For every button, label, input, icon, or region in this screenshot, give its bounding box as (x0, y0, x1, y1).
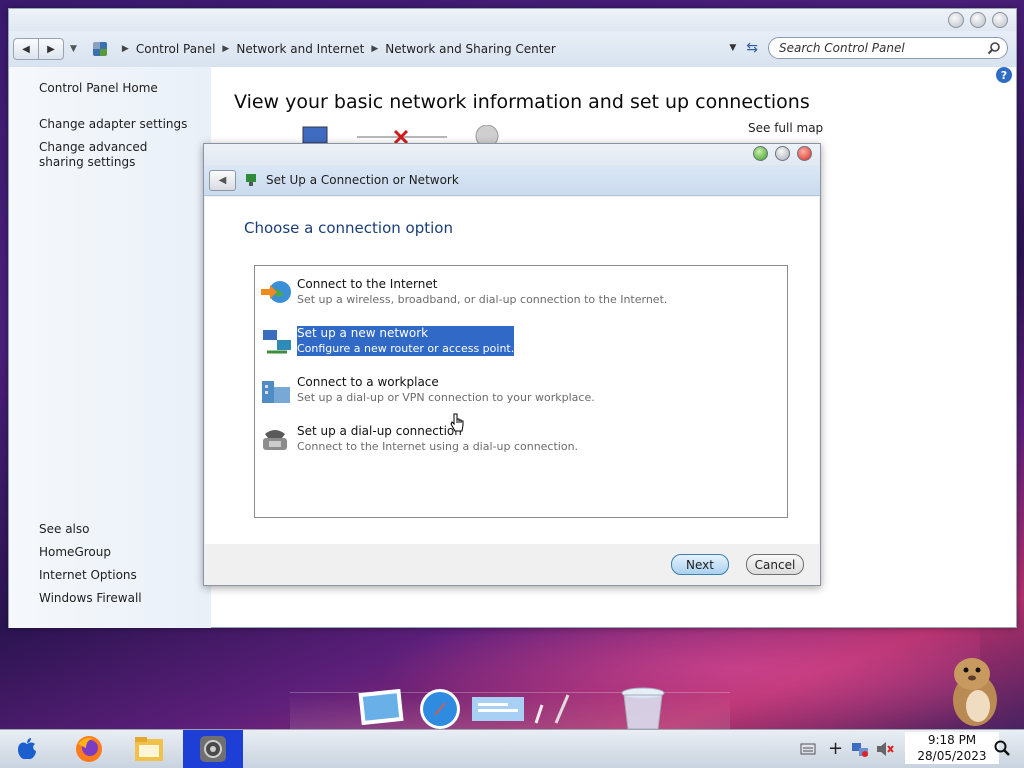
sidebar-item-homegroup[interactable]: HomeGroup (39, 545, 111, 560)
dialog-titlebar[interactable] (204, 144, 820, 165)
dialog-close-button[interactable] (797, 146, 812, 161)
sidebar-item-internet-options[interactable]: Internet Options (39, 568, 137, 583)
option-title: Connect to a workplace (297, 375, 439, 389)
network-status-icon[interactable] (851, 740, 869, 758)
option-description: Connect to the Internet using a dial-up … (297, 440, 579, 453)
forward-button[interactable]: ▶ (38, 38, 64, 60)
chevron-right-icon[interactable]: ▶ (222, 44, 229, 54)
clock-date: 28/05/2023 (917, 749, 987, 763)
maximize-button[interactable] (970, 12, 986, 28)
address-dropdown-icon[interactable]: ▼ (729, 43, 736, 53)
workplace-icon (262, 381, 290, 403)
safari-icon[interactable] (414, 685, 466, 729)
breadcrumb: ▶ Control Panel ▶ Network and Internet ▶… (92, 42, 556, 56)
option-description: Set up a wireless, broadband, or dial-up… (297, 293, 668, 306)
clock-time: 9:18 PM (927, 733, 977, 747)
option-description: Configure a new router or access point. (297, 341, 515, 356)
minimize-button[interactable] (948, 12, 964, 28)
close-button[interactable] (992, 12, 1008, 28)
dialog-body: Choose a connection option Connect to th… (205, 197, 819, 544)
preview-icon[interactable] (470, 685, 530, 725)
file-manager-icon[interactable] (132, 733, 166, 765)
trash-icon[interactable] (618, 685, 668, 731)
connection-options-list[interactable]: Connect to the Internet Set up a wireless… (254, 265, 788, 518)
sidebar-item-windows-firewall[interactable]: Windows Firewall (39, 591, 142, 606)
sidebar: Control Panel Home Change adapter settin… (9, 67, 211, 628)
option-dialup[interactable]: Set up a dial-up connection Connect to th… (259, 424, 779, 460)
dialog-header: ◀ Set Up a Connection or Network (204, 165, 820, 196)
globe-icon (261, 281, 291, 303)
breadcrumb-control-panel[interactable]: Control Panel (136, 42, 216, 56)
page-title: View your basic network information and … (234, 91, 810, 113)
volume-muted-icon[interactable] (876, 741, 894, 757)
dialog-footer: Next Cancel (205, 544, 819, 584)
refresh-icon[interactable]: ⇆ (746, 40, 758, 56)
option-title: Set up a dial-up connection (297, 424, 462, 438)
chevron-right-icon[interactable]: ▶ (371, 44, 378, 54)
network-icon (263, 330, 291, 354)
dialog-minimize-button[interactable] (753, 146, 768, 161)
control-panel-icon (92, 42, 107, 56)
brush-icon[interactable] (530, 685, 574, 729)
taskbar: + 9:18 PM 28/05/2023 (0, 729, 1024, 768)
search-input[interactable]: Search Control Panel (768, 37, 1008, 59)
window-titlebar[interactable] (9, 9, 1016, 31)
system-clock[interactable]: 9:18 PM 28/05/2023 (905, 732, 999, 764)
recent-pages-dropdown[interactable]: ▼ (70, 44, 77, 54)
sidebar-item-advanced-sharing[interactable]: Change advanced sharing settings (39, 140, 189, 170)
setup-connection-dialog: ◀ Set Up a Connection or Network Choose … (203, 143, 821, 586)
see-also-heading: See also (39, 522, 90, 536)
firefox-icon[interactable] (72, 733, 106, 765)
hamster-desktop-pet (953, 658, 997, 726)
dialog-back-button[interactable]: ◀ (209, 169, 236, 191)
hand-cursor-icon (450, 413, 464, 432)
system-settings-icon[interactable] (196, 733, 230, 765)
address-bar: ◀ ▶ ▼ ▶ Control Panel ▶ Network and Inte… (9, 31, 1016, 67)
chevron-right-icon[interactable]: ▶ (122, 44, 129, 54)
see-full-map-link[interactable]: See full map (748, 121, 823, 135)
keyboard-icon[interactable] (800, 742, 816, 756)
cancel-button[interactable]: Cancel (746, 554, 804, 575)
option-description: Set up a dial-up or VPN connection to yo… (297, 391, 595, 404)
apple-menu-icon[interactable] (10, 733, 44, 765)
sidebar-item-control-panel-home[interactable]: Control Panel Home (39, 81, 158, 96)
option-title: Connect to the Internet (297, 277, 438, 291)
option-title: Set up a new network (297, 326, 515, 341)
option-connect-internet[interactable]: Connect to the Internet Set up a wireless… (259, 277, 779, 313)
next-button[interactable]: Next (671, 554, 729, 575)
computer-icon (302, 126, 328, 144)
dialog-subtitle: Choose a connection option (244, 219, 453, 237)
breadcrumb-network-internet[interactable]: Network and Internet (236, 42, 364, 56)
plus-icon[interactable]: + (828, 738, 843, 759)
back-button[interactable]: ◀ (13, 38, 39, 60)
photos-icon[interactable] (358, 685, 404, 725)
dialog-title: Set Up a Connection or Network (266, 173, 459, 187)
sidebar-item-adapter-settings[interactable]: Change adapter settings (39, 117, 187, 132)
network-setup-icon (246, 174, 256, 186)
spotlight-search-icon[interactable] (994, 740, 1010, 756)
phone-icon (263, 430, 287, 450)
option-new-network[interactable]: Set up a new network Configure a new rout… (259, 326, 779, 362)
dialog-maximize-button[interactable] (775, 146, 790, 161)
search-icon[interactable] (987, 41, 1001, 55)
dock (290, 687, 730, 730)
breadcrumb-sharing-center[interactable]: Network and Sharing Center (385, 42, 556, 56)
option-connect-workplace[interactable]: Connect to a workplace Set up a dial-up o… (259, 375, 779, 411)
search-placeholder: Search Control Panel (779, 41, 905, 55)
